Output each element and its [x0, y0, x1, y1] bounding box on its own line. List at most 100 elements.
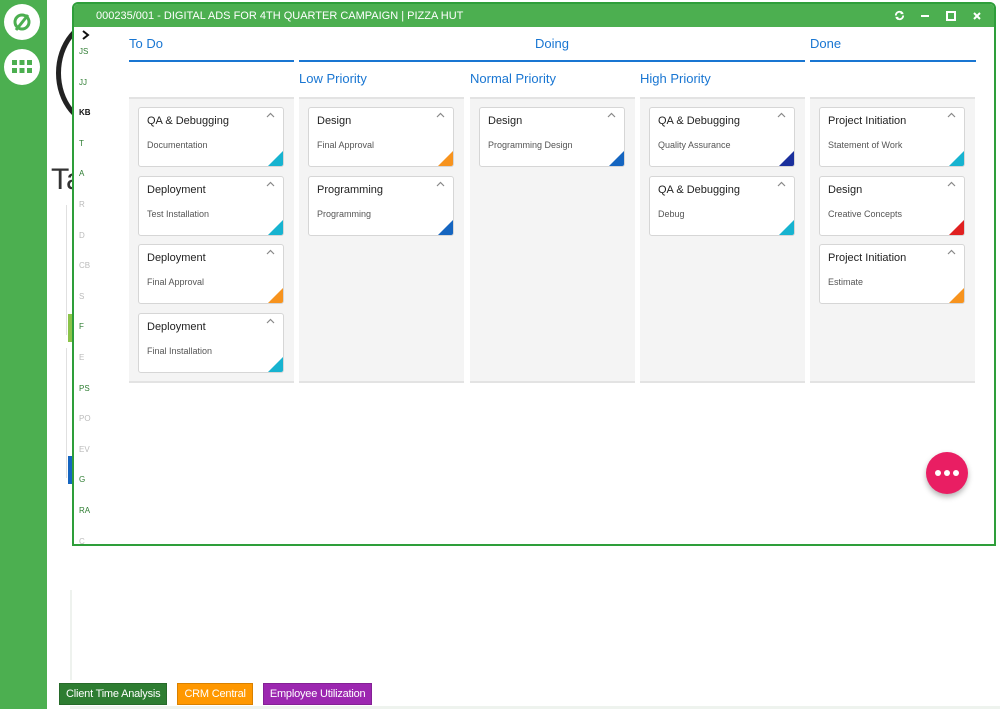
modal-title: 000235/001 - DIGITAL ADS FOR 4TH QUARTER…: [96, 9, 464, 22]
lane-done: Project Initiation Statement of Work Desig…: [810, 97, 975, 383]
card-phase: Deployment: [147, 252, 206, 264]
card-task: Statement of Work: [828, 140, 903, 150]
lane-doing-low: Design Final Approval Programming Programmi…: [299, 97, 464, 383]
card-task: Debug: [658, 208, 685, 219]
card-task: Documentation: [147, 140, 208, 150]
letter-filter-item[interactable]: T: [79, 139, 84, 148]
card-task: Programming Design: [488, 140, 573, 150]
task-card[interactable]: QA & Debugging Quality Assurance: [649, 107, 795, 167]
stage-header-done: Done: [810, 27, 976, 62]
task-card[interactable]: Design Final Approval: [308, 107, 454, 167]
status-color-corner: [268, 151, 283, 166]
shortcut-client-time-analysis[interactable]: Client Time Analysis: [59, 683, 168, 705]
status-color-corner: [609, 151, 624, 166]
task-card[interactable]: Project Initiation Statement of Work: [819, 107, 965, 167]
more-actions-button[interactable]: [926, 452, 968, 494]
task-card[interactable]: Deployment Test Installation: [138, 175, 284, 236]
status-color-corner: [779, 219, 794, 235]
collapse-chevron-icon[interactable]: [607, 110, 616, 121]
collapse-chevron-icon[interactable]: [266, 316, 275, 327]
shortcut-employee-utilization[interactable]: Employee Utilization: [262, 683, 373, 705]
modal-header: 000235/001 - DIGITAL ADS FOR 4TH QUARTER…: [74, 4, 994, 27]
card-phase: Programming: [317, 183, 384, 196]
task-card[interactable]: Design Creative Concepts: [819, 175, 965, 236]
letter-filter-item[interactable]: EV: [79, 445, 90, 454]
task-card[interactable]: Deployment Final Installation: [138, 312, 284, 373]
collapse-chevron-icon[interactable]: [266, 247, 275, 258]
card-task: Quality Assurance: [658, 140, 731, 150]
collapse-chevron-icon[interactable]: [436, 110, 445, 121]
task-card[interactable]: Project Initiation Estimate: [819, 244, 965, 304]
letter-filter-item[interactable]: G: [79, 475, 85, 484]
status-color-corner: [949, 288, 964, 303]
shortcut-crm-central[interactable]: CRM Central: [177, 683, 253, 705]
letter-filter-item[interactable]: PO: [79, 414, 91, 423]
close-icon[interactable]: [970, 9, 984, 23]
card-task: Programming: [317, 208, 372, 219]
card-task: Final Approval: [147, 277, 205, 287]
card-task: Test Installation: [147, 208, 210, 219]
card-phase: Deployment: [147, 183, 206, 196]
letter-filter-item[interactable]: RA: [79, 506, 90, 515]
task-card[interactable]: Design Programming Design: [479, 107, 625, 167]
card-phase: QA & Debugging: [658, 115, 740, 127]
priority-header-normal: Normal Priority: [470, 71, 556, 86]
lane-to-do: QA & Debugging Documentation Deployment Tes…: [129, 97, 294, 383]
stage-header-to-do: To Do: [129, 27, 294, 62]
task-card[interactable]: QA & Debugging Documentation: [138, 107, 284, 167]
more-horizontal-icon: [935, 470, 941, 476]
background-divider: [70, 590, 72, 680]
task-card[interactable]: QA & Debugging Debug: [649, 175, 795, 236]
task-card[interactable]: Deployment Final Approval: [138, 244, 284, 304]
more-horizontal-icon: [944, 470, 950, 476]
kanban-board: To Do Doing Done Low Priority Normal Pri…: [129, 27, 976, 544]
letter-filter-item[interactable]: KB: [79, 108, 91, 117]
collapse-chevron-icon[interactable]: [436, 179, 445, 190]
card-phase: Design: [828, 183, 863, 196]
card-task: Estimate: [828, 277, 864, 287]
collapse-chevron-icon[interactable]: [947, 110, 956, 121]
minimize-icon[interactable]: [918, 9, 932, 23]
status-color-corner: [268, 288, 283, 303]
letter-filter-item[interactable]: PS: [79, 384, 90, 393]
status-color-corner: [779, 151, 794, 166]
letter-filter-item[interactable]: D: [79, 231, 85, 240]
collapse-chevron-icon[interactable]: [777, 110, 786, 121]
stage-label: Done: [810, 36, 842, 51]
collapse-chevron-icon[interactable]: [777, 179, 786, 190]
window-controls: [892, 4, 984, 27]
card-phase: Design: [317, 115, 352, 127]
stage-header-doing: Doing: [299, 27, 805, 62]
letter-filter-item[interactable]: C: [79, 537, 85, 544]
collapse-chevron-icon[interactable]: [947, 179, 956, 190]
letter-filter-item[interactable]: R: [79, 200, 85, 209]
collapse-chevron-icon[interactable]: [266, 179, 275, 190]
apps-grid-icon[interactable]: [4, 49, 40, 85]
collapse-chevron-icon[interactable]: [266, 110, 275, 121]
card-task: Creative Concepts: [828, 208, 903, 219]
status-color-corner: [438, 219, 453, 235]
card-task: Final Approval: [317, 140, 375, 150]
expand-chevron-icon[interactable]: [81, 28, 90, 43]
app-logo-icon[interactable]: [4, 4, 40, 40]
status-color-corner: [268, 219, 283, 235]
letter-filter-item[interactable]: JS: [79, 47, 88, 56]
status-color-corner: [268, 356, 283, 372]
stage-label: To Do: [129, 36, 163, 51]
letter-filter-item[interactable]: E: [79, 353, 84, 362]
letter-filter-item[interactable]: F: [79, 322, 84, 331]
card-phase: Design: [488, 115, 523, 127]
refresh-icon[interactable]: [892, 9, 906, 23]
maximize-icon[interactable]: [944, 9, 958, 23]
letter-filter-item[interactable]: A: [79, 169, 84, 178]
card-phase: QA & Debugging: [658, 183, 740, 196]
card-phase: Project Initiation: [828, 115, 907, 127]
collapse-chevron-icon[interactable]: [947, 247, 956, 258]
letter-filter-item[interactable]: CB: [79, 261, 90, 270]
letter-filter-item[interactable]: S: [79, 292, 84, 301]
card-phase: Deployment: [147, 320, 206, 333]
task-card[interactable]: Programming Programming: [308, 175, 454, 236]
letter-filter-item[interactable]: JJ: [79, 78, 87, 87]
priority-header-low: Low Priority: [299, 71, 367, 86]
letter-filter-rail: JS JJ KB T A R D CB S F E PS PO EV G RA C: [74, 27, 96, 544]
